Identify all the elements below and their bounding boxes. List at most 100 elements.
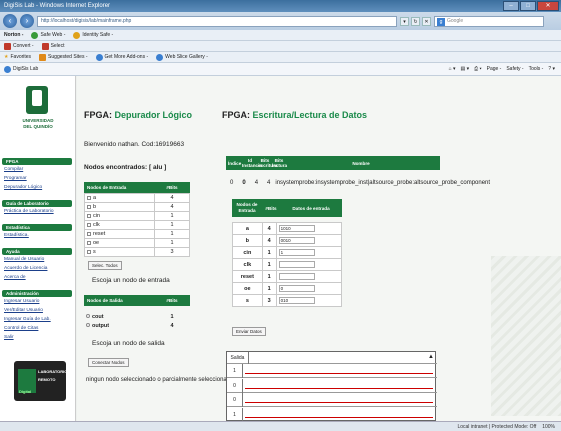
zoom-control[interactable]: 100% [542, 424, 555, 430]
data-value-input[interactable]: 010 [278, 297, 315, 304]
input-node-name[interactable]: cin [84, 211, 155, 221]
page-menu[interactable]: Page - [487, 66, 502, 72]
address-bar-row: ‹ › http://localhost/digisis/lab/mainfra… [0, 12, 561, 30]
convert-menu[interactable]: Convert - [4, 42, 34, 50]
data-value-input[interactable] [278, 273, 315, 280]
sidebar-link-citas[interactable]: Control de Citas [4, 326, 38, 331]
close-button[interactable]: ✕ [537, 1, 559, 11]
sidebar-link-ingresar-usuario[interactable]: Ingresar Usuario [4, 299, 39, 304]
input-node-bits: 4 [154, 202, 190, 212]
sidebar-link-practica[interactable]: Práctica de Laboratorio [4, 209, 54, 214]
print-icon[interactable]: ⎙ ▾ [474, 66, 482, 72]
node-checkbox[interactable] [87, 195, 91, 200]
send-data-button[interactable]: Enviar Datos [232, 327, 266, 336]
sidebar-link-compilar[interactable]: Compilar [4, 167, 23, 172]
input-node-name[interactable]: a [84, 193, 155, 203]
data-value-input[interactable] [278, 261, 315, 268]
data-row: cin 1 1 [232, 246, 343, 259]
data-node-bits: 1 [261, 246, 277, 259]
web-slice-link[interactable]: Web Slice Gallery - [156, 53, 208, 61]
input-node-name[interactable]: oe [84, 238, 155, 248]
select-menu[interactable]: Select [41, 42, 64, 50]
data-row: s 3 010 [232, 294, 343, 307]
select-all-button[interactable]: Selec. Todos [88, 261, 122, 270]
feeds-icon[interactable]: ▤ ▾ [460, 66, 469, 72]
stop-icon[interactable]: ✕ [422, 16, 431, 26]
node-checkbox[interactable] [87, 204, 91, 209]
output-nodes-header: Nodos de Salida #Bits [84, 295, 190, 306]
data-value-input[interactable]: 0 [278, 285, 315, 292]
forward-icon[interactable]: › [20, 14, 34, 28]
sidebar-section-admin: Administración [2, 290, 72, 297]
address-input[interactable]: http://localhost/digisis/lab/mainframe.p… [37, 15, 397, 27]
sidebar-link-manual[interactable]: Manual de Usuario [4, 257, 44, 262]
data-node-bits: 4 [261, 222, 277, 235]
sidebar-link-ingresar-guia[interactable]: Ingresar Guía de Lab. [4, 317, 51, 322]
sidebar-link-acerca[interactable]: Acerca de [4, 275, 26, 280]
help-icon[interactable]: ? ▾ [548, 66, 555, 72]
data-row: clk 1 [232, 258, 343, 271]
maximize-button[interactable]: □ [520, 1, 536, 11]
node-checkbox[interactable] [87, 240, 91, 245]
waveform-trace [245, 402, 433, 403]
node-radio[interactable] [86, 314, 90, 319]
input-node-name[interactable]: s [84, 247, 155, 257]
connect-nodes-button[interactable]: Conectar Nodos [88, 358, 129, 367]
node-checkbox[interactable] [87, 222, 91, 227]
sidebar-link-estadistica[interactable]: Estadística. [4, 233, 29, 238]
suggested-sites-link[interactable]: Suggested Sites - [39, 53, 88, 61]
input-node-row[interactable]: cin 1 [84, 211, 190, 221]
input-node-row[interactable]: oe 1 [84, 238, 190, 248]
node-radio[interactable] [86, 323, 90, 328]
input-node-row[interactable]: b4 [84, 202, 190, 212]
input-node-row[interactable]: reset 1 [84, 229, 190, 239]
output-waveform: Salida ▲ 1001 [226, 351, 437, 421]
data-node-name: clk [232, 258, 263, 271]
compat-icon[interactable]: ▾ [400, 16, 409, 26]
input-node-row[interactable]: a4 [84, 193, 190, 203]
back-icon[interactable]: ‹ [3, 14, 17, 28]
norton-menu[interactable]: Norton - [4, 32, 23, 38]
data-node-name: cin [232, 246, 263, 259]
safe-web-menu[interactable]: Safe Web - [31, 31, 65, 39]
output-node-row[interactable]: output 4 [84, 321, 190, 330]
favorites-button[interactable]: ★ Favorites [4, 54, 31, 60]
minimize-button[interactable]: – [503, 1, 519, 11]
node-checkbox[interactable] [87, 213, 91, 218]
tools-menu[interactable]: Tools - [529, 66, 544, 72]
node-checkbox[interactable] [87, 231, 91, 236]
output-node-row[interactable]: cout 1 [84, 312, 190, 321]
input-node-row[interactable]: s3 [84, 247, 190, 257]
home-icon[interactable]: ⌂ ▾ [449, 66, 456, 72]
tab-digisis[interactable]: DigiSis Lab [4, 65, 38, 73]
output-node-name[interactable]: cout [84, 312, 154, 321]
output-node-name[interactable]: output [84, 321, 154, 330]
waveform-trace [245, 416, 433, 418]
input-node-name[interactable]: b [84, 202, 155, 212]
data-value-input[interactable]: 0010 [278, 237, 315, 244]
data-value-input[interactable]: 1010 [278, 225, 315, 232]
safety-menu[interactable]: Safety - [506, 66, 523, 72]
sidebar-link-ver-usuario[interactable]: Ver/Editar Usuario [4, 308, 43, 313]
data-value-input[interactable]: 1 [278, 249, 315, 256]
refresh-icon[interactable]: ↻ [411, 16, 420, 26]
input-nodes-header: Nodos de Entrada #Bits [84, 182, 190, 193]
tab-row: DigiSis Lab ⌂ ▾ ▤ ▾ ⎙ ▾ Page - Safety - … [0, 63, 561, 76]
input-node-name[interactable]: reset [84, 229, 155, 239]
get-more-addons-link[interactable]: Get More Add-ons - [95, 53, 148, 61]
norton-toolbar: Norton - Safe Web - Identity Safe - [0, 30, 561, 41]
waveform-trace [245, 373, 433, 374]
nodes-found-text: Nodos encontrados: [ alu ] [84, 164, 167, 171]
sidebar-section-fpga: FPGA [2, 158, 72, 165]
safe-web-icon [31, 31, 39, 39]
search-input[interactable]: g Google [434, 15, 544, 27]
sidebar-link-salir[interactable]: Salir [4, 335, 14, 340]
sidebar-link-programar[interactable]: Programar [4, 176, 27, 181]
output-node-bits: 1 [170, 313, 174, 320]
input-node-row[interactable]: clk 1 [84, 220, 190, 230]
sidebar-link-depurador[interactable]: Depurador Lógico [4, 185, 42, 190]
node-checkbox[interactable] [87, 249, 91, 254]
input-node-name[interactable]: clk [84, 220, 155, 230]
identity-safe-menu[interactable]: Identity Safe - [73, 31, 113, 39]
sidebar-link-licencia[interactable]: Acuerdo de Licencia [4, 266, 47, 271]
